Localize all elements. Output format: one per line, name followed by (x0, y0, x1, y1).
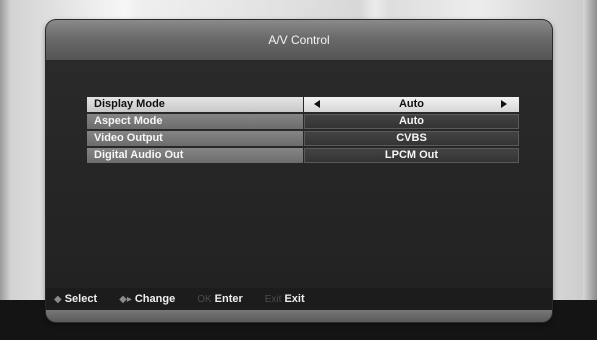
dialog-header: A/V Control (46, 20, 552, 61)
setting-value-selector[interactable]: Auto (304, 97, 519, 112)
setting-row-video-output[interactable]: Video Output CVBS (87, 131, 519, 146)
setting-row-aspect-mode[interactable]: Aspect Mode Auto (87, 114, 519, 129)
setting-row-display-mode[interactable]: Display Mode Auto (87, 97, 519, 112)
setting-value: Auto (398, 98, 425, 110)
setting-label: Aspect Mode (87, 114, 303, 129)
setting-value[interactable]: CVBS (304, 131, 519, 146)
av-control-dialog: A/V Control Display Mode Auto Aspect Mod… (46, 20, 552, 322)
hint-label: Enter (214, 293, 243, 305)
setting-label: Digital Audio Out (87, 148, 303, 163)
right-arrow-icon[interactable] (501, 100, 507, 108)
key-hint-bar: ◆ Select ◆▸ Change OK Enter Exit Exit (46, 288, 552, 310)
hint-change: ◆▸ Change (119, 293, 175, 305)
hint-select: ◆ Select (54, 293, 97, 305)
exit-key-icon: Exit (264, 293, 282, 305)
hint-exit: Exit Exit (265, 293, 305, 305)
left-arrow-icon[interactable] (314, 100, 320, 108)
setting-label: Video Output (87, 131, 303, 146)
hint-label: Exit (284, 293, 305, 305)
background-right-edge (583, 0, 597, 300)
hint-enter: OK Enter (197, 293, 243, 305)
setting-label: Display Mode (87, 97, 303, 112)
hint-label: Change (134, 293, 176, 305)
updown-arrows-icon: ◆ (54, 293, 62, 305)
dialog-bottom-edge (46, 310, 552, 322)
hint-label: Select (64, 293, 98, 305)
settings-list: Display Mode Auto Aspect Mode Auto Video… (87, 97, 519, 165)
dialog-title: A/V Control (268, 33, 330, 47)
setting-value[interactable]: LPCM Out (304, 148, 519, 163)
ok-key-icon: OK (197, 293, 212, 305)
leftright-arrows-icon: ◆▸ (119, 293, 132, 305)
background-left-edge (0, 0, 10, 300)
dialog-body: Display Mode Auto Aspect Mode Auto Video… (46, 61, 552, 288)
setting-row-digital-audio-out[interactable]: Digital Audio Out LPCM Out (87, 148, 519, 163)
setting-value[interactable]: Auto (304, 114, 519, 129)
